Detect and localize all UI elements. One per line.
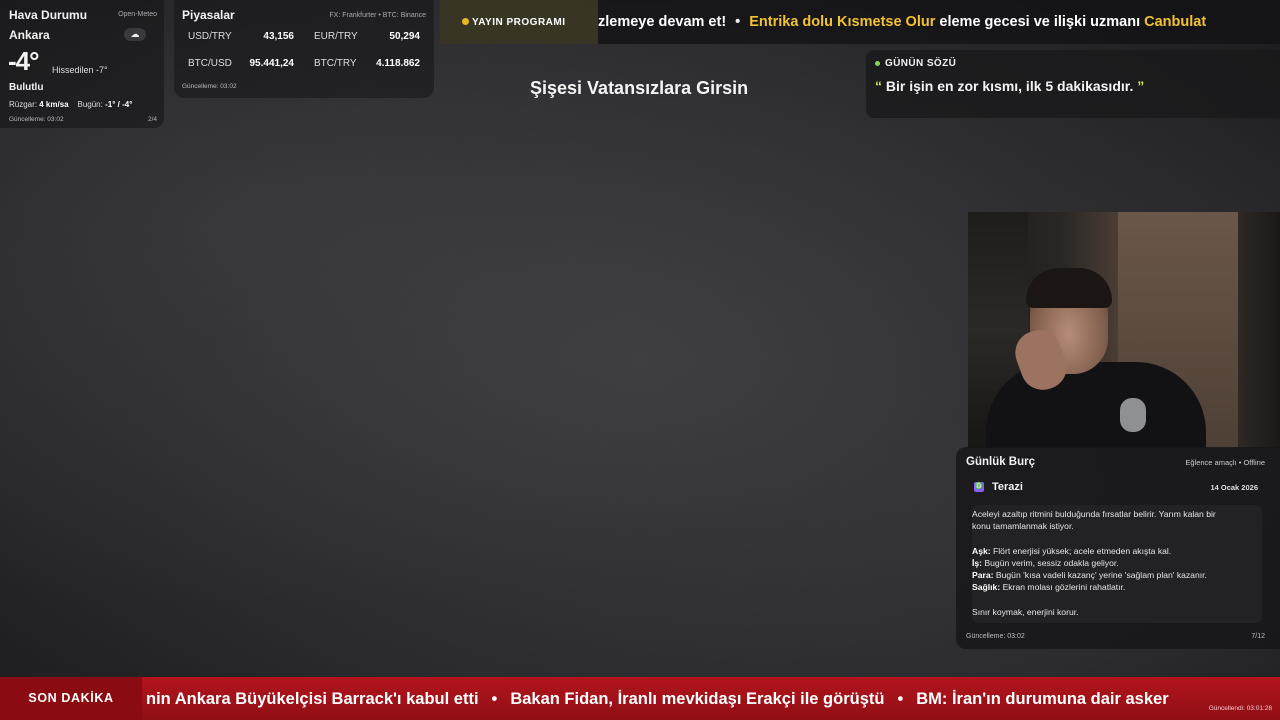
horoscope-note: Eğlence amaçlı • Offline: [1185, 458, 1265, 467]
ticker-highlight: Entrika dolu Kısmetse Olur: [749, 14, 936, 30]
horoscope-work: İş: Bugün verim, sessiz odakla geliyor.: [972, 558, 1119, 568]
horoscope-sign: Terazi: [992, 481, 1023, 493]
quote-text-line: “ Bir işin en zor kısmı, ilk 5 dakikasıd…: [875, 78, 1144, 94]
market-name: BTC/USD: [188, 58, 232, 69]
quote-of-the-day: GÜNÜN SÖZÜ “ Bir işin en zor kısmı, ilk …: [866, 50, 1280, 118]
health-text: Ekran molası gözlerini rahatlatır.: [1000, 582, 1126, 592]
horoscope-body: Aceleyi azaltıp ritmini bulduğunda fırsa…: [972, 505, 1262, 623]
breaking-news-label: SON DAKİKA: [0, 677, 142, 720]
weather-condition: Bulutlu: [9, 82, 44, 93]
horoscope-summary-line: Aceleyi azaltıp ritmini bulduğunda fırsa…: [972, 509, 1216, 519]
work-text: Bugün verim, sessiz odakla geliyor.: [982, 558, 1119, 568]
markets-widget: Piyasalar FX: Frankfurter • BTC: Binance…: [174, 0, 434, 98]
breaking-news-bar: SON DAKİKA nin Ankara Büyükelçisi Barrac…: [0, 677, 1280, 720]
weather-feels-like: Hissedilen -7°: [52, 65, 108, 75]
breaking-news-item: Bakan Fidan, İranlı mevkidaşı Erakçi ile…: [510, 690, 885, 708]
ticker-highlight: Canbulat: [1144, 14, 1207, 30]
weather-widget: Hava Durumu Open-Meteo Ankara ☁ -4° Hiss…: [0, 0, 164, 128]
stream-title: Şişesi Vatansızlara Girsin: [530, 78, 749, 98]
market-item-btc-try: BTC/TRY 4.118.862: [308, 54, 426, 74]
today-label: Bugün:: [77, 100, 103, 109]
horoscope-date: 14 Ocak 2026: [1210, 483, 1258, 492]
breaking-news-item: nin Ankara Büyükelçisi Barrack'ı kabul e…: [146, 690, 479, 708]
breaking-news-separator: •: [491, 690, 498, 708]
wind-label: Rüzgar:: [9, 100, 38, 109]
market-name: USD/TRY: [188, 31, 232, 42]
market-value: 95.441,24: [249, 58, 295, 69]
horoscope-title: Günlük Burç: [966, 456, 1036, 468]
live-dot-icon: [462, 18, 469, 25]
horoscope-advice: Sınır koymak, enerjini korur.: [972, 607, 1079, 617]
horoscope-love: Aşk: Flört enerjisi yüksek; acele etmede…: [972, 546, 1171, 556]
market-value: 4.118.862: [376, 58, 420, 69]
markets-source: FX: Frankfurter • BTC: Binance: [329, 12, 426, 19]
breaking-news-separator: •: [897, 690, 904, 708]
market-item-eur-try: EUR/TRY 50,294: [308, 27, 426, 47]
quote-text: Bir işin en zor kısmı, ilk 5 dakikasıdır…: [882, 78, 1138, 94]
horoscope-money: Para: Bugün 'kısa vadeli kazanç' yerine …: [972, 570, 1207, 580]
weather-city: Ankara: [9, 28, 50, 42]
market-item-usd-try: USD/TRY 43,156: [182, 27, 300, 47]
today-value: -1° / -4°: [105, 100, 133, 109]
libra-icon: ♎: [974, 482, 984, 492]
health-label: Sağlık:: [972, 582, 1001, 592]
top-ticker-track: zlemeye devam et! • Entrika dolu Kısmetse …: [598, 0, 1206, 44]
horoscope-summary-line: konu tamamlanmak istiyor.: [972, 521, 1074, 531]
horoscope-page-indicator: 7/12: [1251, 633, 1265, 640]
ticker-separator: •: [735, 14, 741, 30]
streamer-body: [986, 362, 1206, 448]
top-ticker: YAYIN PROGRAMI zlemeye devam et! • Entrika…: [440, 0, 1280, 44]
weather-updated: Güncelleme: 03:02: [9, 116, 64, 123]
weather-source: Open-Meteo: [118, 11, 157, 18]
ticker-segment: eleme gecesi ve ilişki uzmanı: [935, 14, 1145, 30]
horoscope-health: Sağlık: Ekran molası gözlerini rahatlatı…: [972, 582, 1125, 592]
microphone: [1120, 398, 1146, 432]
money-label: Para:: [972, 570, 994, 580]
breaking-news-track: nin Ankara Büyükelçisi Barrack'ı kabul e…: [146, 677, 1169, 720]
close-quote-mark: ”: [1137, 78, 1145, 94]
work-label: İş:: [972, 558, 983, 568]
status-dot-icon: [875, 60, 880, 66]
ticker-segment: zlemeye devam et!: [598, 14, 727, 30]
horoscope-updated: Güncelleme: 03:02: [966, 633, 1025, 640]
market-name: BTC/TRY: [314, 58, 357, 69]
quote-label-text: GÜNÜN SÖZÜ: [885, 58, 957, 69]
markets-title: Piyasalar: [182, 8, 235, 22]
money-text: Bugün 'kısa vadeli kazanç' yerine 'sağla…: [993, 570, 1207, 580]
love-text: Flört enerjisi yüksek; acele etmeden akı…: [990, 546, 1172, 556]
market-name: EUR/TRY: [314, 31, 358, 42]
market-item-btc-usd: BTC/USD 95.441,24: [182, 54, 300, 74]
love-label: Aşk:: [972, 546, 991, 556]
webcam-feed: [968, 212, 1280, 448]
markets-updated: Güncelleme: 03:02: [182, 83, 237, 90]
streamer-hair: [1026, 268, 1112, 308]
quote-label: GÜNÜN SÖZÜ: [875, 58, 956, 69]
wind-value: 4 km/sa: [39, 100, 69, 109]
weather-details: Rüzgar: 4 km/sa Bugün: -1° / -4°: [9, 100, 132, 109]
horoscope-widget: Günlük Burç Eğlence amaçlı • Offline ♎ T…: [956, 447, 1280, 649]
breaking-news-item: BM: İran'ın durumuna dair asker: [916, 690, 1169, 708]
breaking-news-updated: Güncellendi: 03:01:28: [1208, 705, 1272, 712]
cloud-icon: ☁: [124, 28, 146, 41]
weather-page-indicator: 2/4: [147, 116, 157, 123]
market-value: 43,156: [263, 31, 294, 42]
schedule-badge: YAYIN PROGRAMI: [440, 0, 598, 44]
weather-temperature: -4°: [8, 46, 40, 76]
market-value: 50,294: [389, 31, 420, 42]
open-quote-mark: “: [875, 78, 882, 94]
weather-title: Hava Durumu: [9, 8, 88, 22]
schedule-badge-label: YAYIN PROGRAMI: [472, 16, 566, 28]
